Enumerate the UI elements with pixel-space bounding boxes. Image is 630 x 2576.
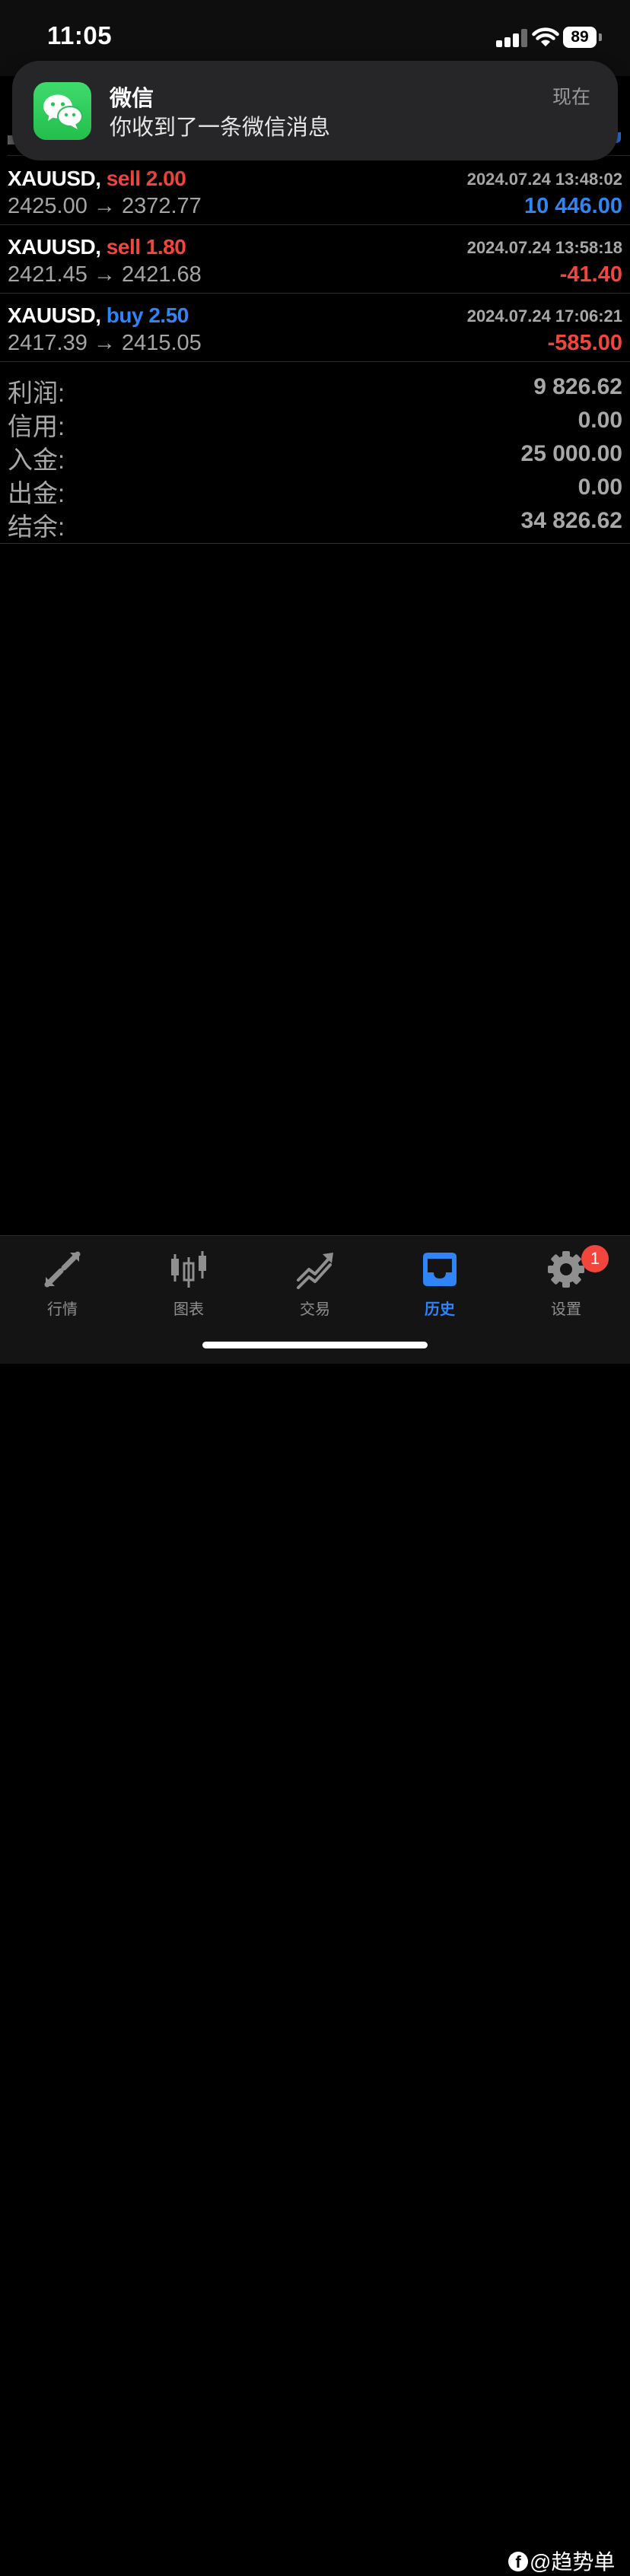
summary-row-balance: 结余: 34 826.62	[0, 507, 630, 541]
tab-label: 设置	[551, 1301, 581, 1318]
trade-row[interactable]: XAUUSD, sell 2.00 2024.07.24 13:48:02 24…	[0, 156, 630, 225]
summary-value: 25 000.00	[520, 441, 622, 466]
wifi-icon	[532, 27, 559, 46]
trade-symbol: XAUUSD,	[8, 303, 101, 327]
summary-value: 0.00	[578, 408, 622, 433]
trade-prices: 2421.45 → 2421.68	[8, 262, 202, 287]
quotes-arrows-icon	[44, 1251, 81, 1288]
summary-label: 入金:	[8, 446, 65, 474]
notification-badge: 1	[581, 1245, 609, 1272]
summary-row-profit: 利润: 9 826.62	[0, 373, 630, 407]
notification-app-name: 微信	[110, 87, 154, 111]
tab-trade[interactable]: 交易	[269, 1247, 361, 1330]
summary-row-deposit: 入金: 25 000.00	[0, 440, 630, 474]
tab-history[interactable]: 历史	[394, 1247, 485, 1330]
trade-timestamp: 2024.07.24 13:58:18	[466, 238, 622, 257]
summary-value: 9 826.62	[533, 374, 622, 399]
cellular-signal-icon	[496, 29, 530, 47]
watermark-text: @趋势单	[530, 2550, 616, 2574]
summary-row-credit: 信用: 0.00	[0, 406, 630, 440]
battery-tip	[599, 33, 602, 41]
trade-chart-icon	[297, 1253, 333, 1289]
tab-quotes[interactable]: 行情	[17, 1247, 108, 1330]
home-indicator[interactable]	[202, 1342, 428, 1348]
trade-profit: 10 446.00	[523, 194, 622, 218]
account-summary: 利润: 9 826.62 信用: 0.00 入金: 25 000.00 出金: …	[0, 362, 630, 544]
trade-timestamp: 2024.07.24 17:06:21	[466, 307, 622, 326]
wechat-notification[interactable]: 微信 你收到了一条微信消息 现在	[12, 61, 618, 160]
trade-profit: -41.40	[559, 262, 622, 287]
notification-message: 你收到了一条微信消息	[110, 116, 331, 140]
summary-value: 34 826.62	[520, 508, 622, 533]
trade-symbol: XAUUSD,	[8, 167, 101, 190]
tab-label: 行情	[47, 1301, 78, 1318]
candlestick-icon	[171, 1251, 206, 1288]
trade-row[interactable]: XAUUSD, sell 1.80 2024.07.24 13:58:18 24…	[0, 224, 630, 294]
status-time: 11:05	[47, 21, 113, 49]
trade-side: sell 2.00	[106, 167, 186, 190]
tab-charts[interactable]: 图表	[143, 1247, 234, 1330]
gear-icon	[548, 1251, 584, 1288]
trade-symbol: XAUUSD,	[8, 235, 101, 259]
trade-side: sell 1.80	[106, 235, 186, 259]
tab-settings[interactable]: 1 设置	[520, 1245, 612, 1330]
summary-label: 利润:	[8, 379, 65, 407]
summary-label: 出金:	[8, 479, 65, 507]
inbox-history-icon	[423, 1253, 457, 1286]
summary-value: 0.00	[578, 475, 622, 500]
battery-level: 89	[563, 27, 597, 48]
facebook-logo-icon: f	[508, 2552, 528, 2571]
summary-row-withdrawal: 出金: 0.00	[0, 473, 630, 507]
tab-label: 历史	[425, 1301, 455, 1318]
summary-label: 结余:	[8, 513, 65, 541]
summary-label: 信用:	[8, 412, 65, 440]
wechat-icon	[33, 82, 91, 140]
trade-prices: 2417.39 → 2415.05	[8, 331, 202, 355]
trade-row[interactable]: XAUUSD, buy 2.50 2024.07.24 17:06:21 241…	[0, 293, 630, 362]
trade-side: buy 2.50	[106, 303, 189, 327]
watermark: f @趋势单	[508, 2546, 615, 2576]
trade-prices: 2425.00 → 2372.77	[8, 194, 202, 218]
trade-profit: -585.00	[547, 331, 622, 355]
notification-time: 现在	[552, 87, 590, 108]
tab-label: 图表	[173, 1301, 204, 1318]
tab-label: 交易	[300, 1301, 330, 1318]
trade-timestamp: 2024.07.24 13:48:02	[466, 170, 622, 189]
